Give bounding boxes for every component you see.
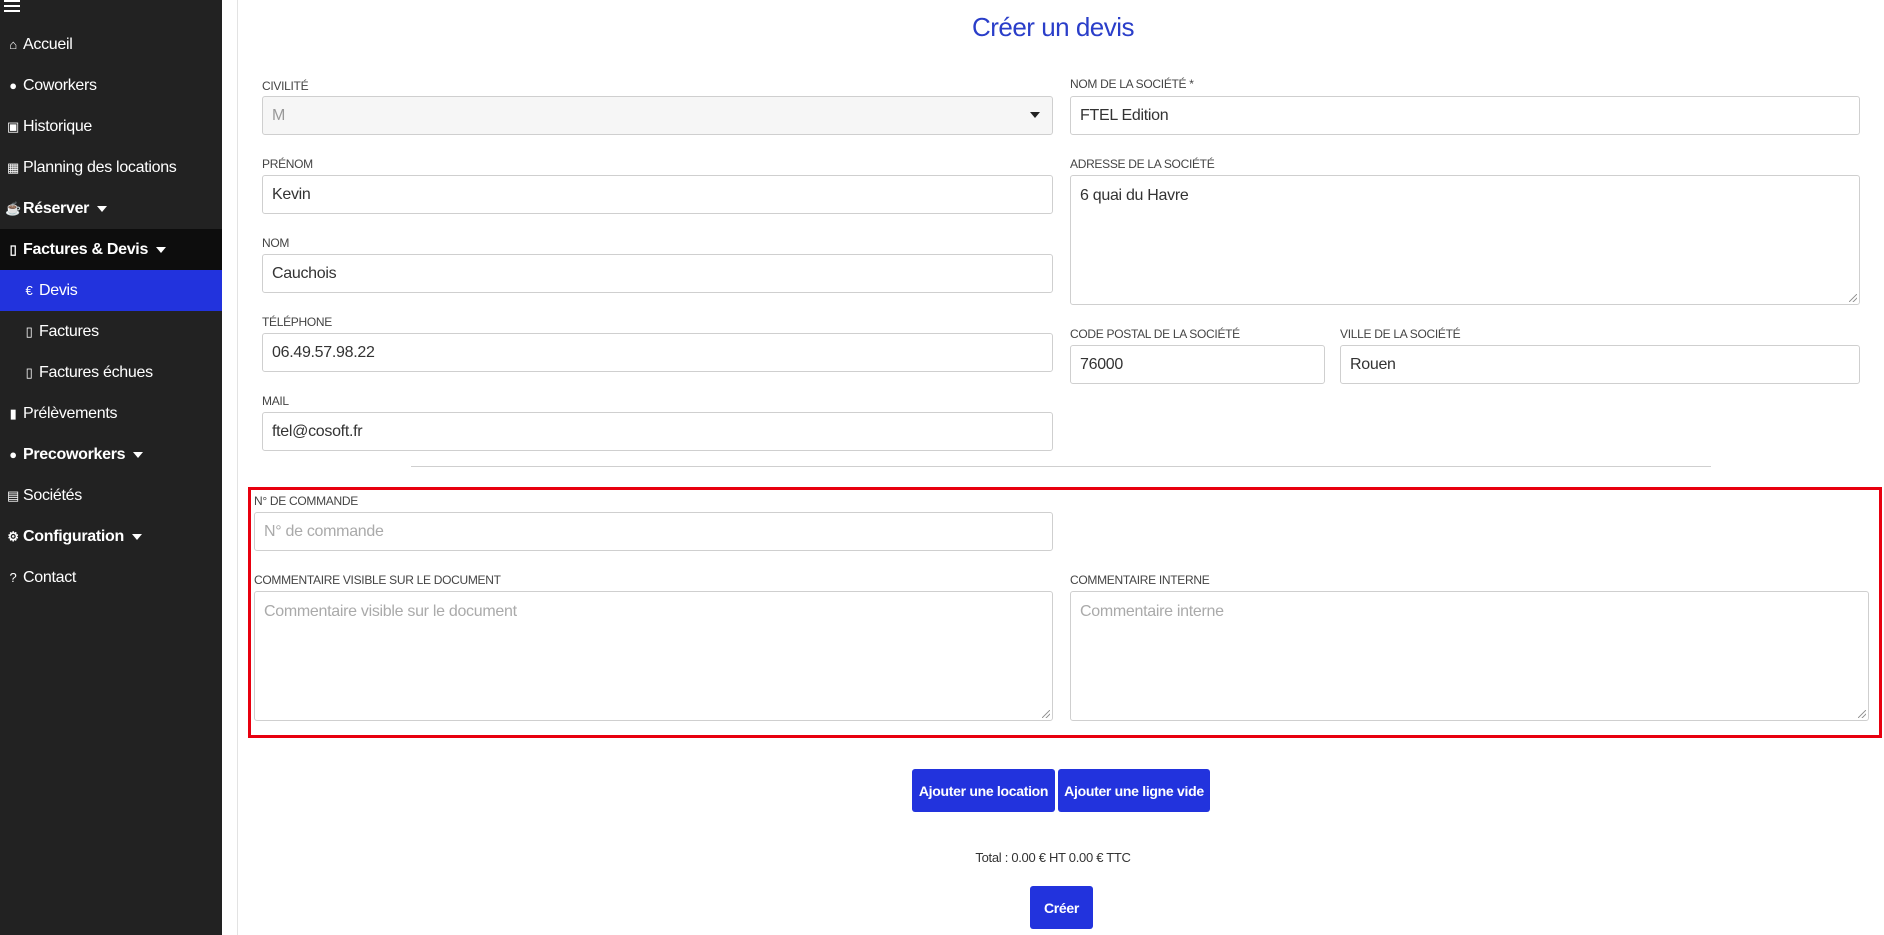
file-icon: ▮ (9, 405, 17, 421)
money-icon: ▣ (7, 118, 19, 134)
prenom-value: Kevin (272, 185, 311, 203)
sidebar-item-planning[interactable]: ▦ Planning des locations (0, 147, 222, 188)
pdf-file-icon: ▯ (25, 323, 33, 339)
gears-icon: ⚙ (7, 528, 19, 544)
societe-nom-label: NOM DE LA SOCIÉTÉ * (1070, 77, 1194, 91)
resize-handle-icon[interactable] (1858, 710, 1866, 718)
sidebar-item-factures[interactable]: ▯ Factures (0, 311, 222, 352)
coffee-icon: ☕ (5, 200, 21, 216)
sidebar-item-reserver[interactable]: ☕ Réserver (0, 188, 222, 229)
societe-adresse-value: 6 quai du Havre (1080, 187, 1189, 204)
euro-icon: € (25, 283, 33, 298)
caret-down-icon (97, 205, 108, 212)
create-button[interactable]: Créer (1030, 886, 1093, 929)
pdf-file-icon: ▯ (9, 241, 17, 257)
societe-adresse-textarea[interactable]: 6 quai du Havre (1070, 175, 1860, 305)
sidebar: ⌂ Accueil ● Coworkers ▣ Historique ▦ Plannin… (0, 0, 222, 935)
societe-ville-label: VILLE DE LA SOCIÉTÉ (1340, 327, 1461, 341)
commande-placeholder: N° de commande (264, 522, 384, 540)
sidebar-item-label: Factures & Devis (23, 240, 149, 258)
commentaire-visible-placeholder: Commentaire visible sur le document (264, 603, 517, 620)
sidebar-item-historique[interactable]: ▣ Historique (0, 106, 222, 147)
page-title: Créer un devis (971, 12, 1135, 42)
mail-label: MAIL (262, 394, 289, 408)
calendar-icon: ▦ (7, 159, 19, 175)
sidebar-item-configuration[interactable]: ⚙ Configuration (0, 516, 222, 557)
societe-ville-field[interactable]: Rouen (1340, 345, 1860, 384)
help-icon: ? (9, 570, 17, 585)
prenom-field[interactable]: Kevin (262, 175, 1053, 214)
sidebar-item-contact[interactable]: ? Contact (0, 557, 222, 598)
mail-field[interactable]: ftel@cosoft.fr (262, 412, 1053, 451)
pdf-file-icon: ▯ (25, 364, 33, 380)
sidebar-item-precoworkers[interactable]: ● Precoworkers (0, 434, 222, 475)
prenom-label: PRÉNOM (262, 157, 313, 171)
civilite-select[interactable]: M (262, 96, 1053, 135)
civilite-label: CIVILITÉ (262, 79, 309, 93)
sidebar-item-label: Prélèvements (23, 404, 118, 422)
divider (411, 466, 1711, 467)
menu-icon[interactable] (4, 0, 20, 12)
telephone-field[interactable]: 06.49.57.98.22 (262, 333, 1053, 372)
sidebar-item-label: Planning des locations (23, 158, 177, 176)
sidebar-item-label: Contact (23, 568, 77, 586)
sidebar-item-label: Configuration (23, 527, 124, 545)
sidebar-item-prelevements[interactable]: ▮ Prélèvements (0, 393, 222, 434)
nom-field[interactable]: Cauchois (262, 254, 1053, 293)
user-icon: ● (9, 78, 17, 93)
caret-down-icon (133, 451, 144, 458)
content-border (237, 0, 238, 935)
sidebar-item-label: Sociétés (23, 486, 82, 504)
societe-nom-value: FTEL Edition (1080, 106, 1169, 124)
societe-cp-field[interactable]: 76000 (1070, 345, 1325, 384)
sidebar-item-label: Devis (39, 281, 78, 299)
sidebar-item-label: Accueil (23, 35, 73, 53)
societe-adresse-label: ADRESSE DE LA SOCIÉTÉ (1070, 157, 1215, 171)
sidebar-item-societes[interactable]: ▤ Sociétés (0, 475, 222, 516)
societe-ville-value: Rouen (1350, 355, 1396, 373)
commentaire-interne-textarea[interactable]: Commentaire interne (1070, 591, 1869, 721)
telephone-value: 06.49.57.98.22 (272, 343, 375, 361)
caret-down-icon (156, 246, 167, 253)
sidebar-item-label: Factures (39, 322, 99, 340)
commande-field[interactable]: N° de commande (254, 512, 1053, 551)
add-location-button[interactable]: Ajouter une location (912, 769, 1055, 812)
add-empty-line-button[interactable]: Ajouter une ligne vide (1058, 769, 1210, 812)
sidebar-item-label: Coworkers (23, 76, 97, 94)
sidebar-item-label: Factures échues (39, 363, 153, 381)
nom-value: Cauchois (272, 264, 337, 282)
societe-cp-value: 76000 (1080, 355, 1123, 373)
sidebar-item-accueil[interactable]: ⌂ Accueil (0, 24, 222, 65)
sidebar-item-coworkers[interactable]: ● Coworkers (0, 65, 222, 106)
mail-value: ftel@cosoft.fr (272, 422, 363, 440)
building-icon: ▤ (7, 487, 19, 503)
civilite-value: M (272, 106, 286, 124)
commentaire-interne-label: COMMENTAIRE INTERNE (1070, 573, 1210, 587)
caret-down-icon (131, 533, 142, 540)
home-icon: ⌂ (9, 37, 17, 52)
user-icon: ● (9, 447, 17, 462)
resize-handle-icon[interactable] (1849, 294, 1857, 302)
sidebar-item-factures-echues[interactable]: ▯ Factures échues (0, 352, 222, 393)
nom-label: NOM (262, 236, 290, 250)
sidebar-item-label: Historique (23, 117, 93, 135)
commande-label: N° DE COMMANDE (254, 494, 358, 508)
telephone-label: TÉLÉPHONE (262, 315, 332, 329)
commentaire-interne-placeholder: Commentaire interne (1080, 603, 1224, 620)
sidebar-item-devis[interactable]: € Devis (0, 270, 222, 311)
sidebar-item-label: Réserver (23, 199, 90, 217)
caret-down-icon (1030, 112, 1040, 118)
societe-nom-field[interactable]: FTEL Edition (1070, 96, 1860, 135)
resize-handle-icon[interactable] (1042, 710, 1050, 718)
sidebar-item-label: Precoworkers (23, 445, 126, 463)
commentaire-visible-label: COMMENTAIRE VISIBLE SUR LE DOCUMENT (254, 573, 501, 587)
commentaire-visible-textarea[interactable]: Commentaire visible sur le document (254, 591, 1053, 721)
societe-cp-label: CODE POSTAL DE LA SOCIÉTÉ (1070, 327, 1240, 341)
sidebar-item-factures-devis[interactable]: ▯ Factures & Devis (0, 229, 222, 270)
total-text: Total : 0.00 € HT 0.00 € TTC (975, 850, 1131, 865)
